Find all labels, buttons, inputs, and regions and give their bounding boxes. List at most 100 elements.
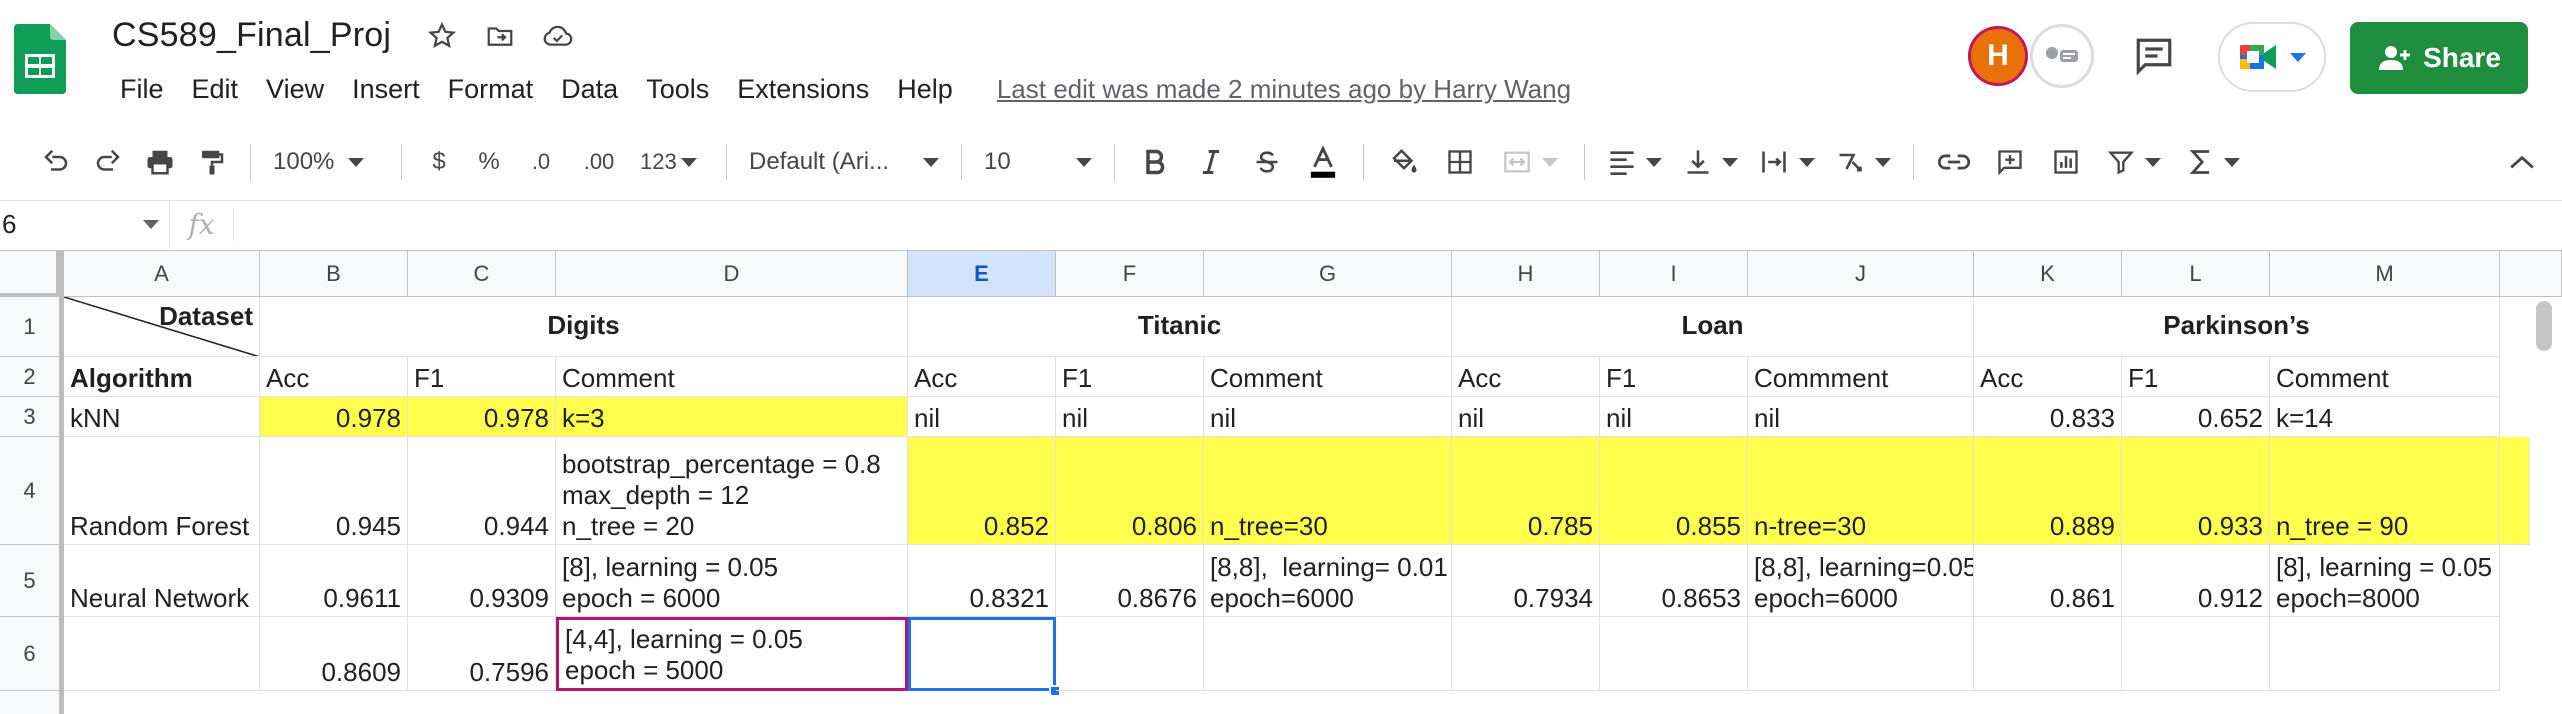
row-header-3[interactable]: 3 <box>0 397 60 437</box>
meet-button[interactable] <box>2218 22 2326 92</box>
cell-a4[interactable]: Random Forest <box>64 437 260 545</box>
cell-a6[interactable] <box>64 617 260 691</box>
cell-c3[interactable]: 0.978 <box>408 397 556 437</box>
column-header-c[interactable]: C <box>408 251 556 297</box>
cell-c5[interactable]: 0.9309 <box>408 545 556 617</box>
menu-extensions[interactable]: Extensions <box>725 70 881 109</box>
cell-d4[interactable]: bootstrap_percentage = 0.8 max_depth = 1… <box>556 437 908 545</box>
redo-icon[interactable] <box>82 134 134 190</box>
undo-icon[interactable] <box>30 134 82 190</box>
cell-m5[interactable]: [8], learning = 0.05 epoch=8000 <box>2270 545 2500 617</box>
cell-h5[interactable]: 0.7934 <box>1452 545 1600 617</box>
menu-help[interactable]: Help <box>885 70 965 109</box>
cell-f3[interactable]: nil <box>1056 397 1204 437</box>
cell-m6[interactable] <box>2270 617 2500 691</box>
cell-i5[interactable]: 0.8653 <box>1600 545 1748 617</box>
cell-h4[interactable]: 0.785 <box>1452 437 1600 545</box>
font-select[interactable]: Default (Ari... <box>739 148 949 176</box>
cell-m4[interactable]: n_tree = 90 <box>2270 437 2500 545</box>
column-header-g[interactable]: G <box>1204 251 1452 297</box>
decrease-decimal-button[interactable]: .0 <box>514 134 568 190</box>
link-icon[interactable] <box>1926 134 1982 190</box>
percent-format-button[interactable]: % <box>464 134 514 190</box>
functions-button[interactable] <box>2174 134 2254 190</box>
cell-titanic-header[interactable]: Titanic <box>908 297 1452 357</box>
cell-l4[interactable]: 0.933 <box>2122 437 2270 545</box>
cell-d5[interactable]: [8], learning = 0.05 epoch = 6000 <box>556 545 908 617</box>
cell-j6[interactable] <box>1748 617 1974 691</box>
cell-d2[interactable]: Comment <box>556 357 908 397</box>
print-icon[interactable] <box>134 134 186 190</box>
cell-g4[interactable]: n_tree=30 <box>1204 437 1452 545</box>
cell-c6[interactable]: 0.7596 <box>408 617 556 691</box>
text-rotation-button[interactable] <box>1825 134 1901 190</box>
menu-format[interactable]: Format <box>436 70 546 109</box>
cell-g6[interactable] <box>1204 617 1452 691</box>
row-header-4[interactable]: 4 <box>0 437 60 545</box>
cell-b4[interactable]: 0.945 <box>260 437 408 545</box>
cell-d6[interactable]: [4,4], learning = 0.05 epoch = 5000 <box>556 617 908 691</box>
cell-f6[interactable] <box>1056 617 1204 691</box>
document-title[interactable]: CS589_Final_Proj <box>112 16 391 55</box>
text-color-icon[interactable] <box>1295 134 1351 190</box>
column-header-l[interactable]: L <box>2122 251 2270 297</box>
cell-a1[interactable]: Dataset <box>64 297 260 357</box>
cell-k4[interactable]: 0.889 <box>1974 437 2122 545</box>
vertical-scrollbar[interactable] <box>2536 301 2552 351</box>
cell-b5[interactable]: 0.9611 <box>260 545 408 617</box>
column-header-k[interactable]: K <box>1974 251 2122 297</box>
cell-e4[interactable]: 0.852 <box>908 437 1056 545</box>
cell-i4[interactable]: 0.855 <box>1600 437 1748 545</box>
cell-b3[interactable]: 0.978 <box>260 397 408 437</box>
cell-h2[interactable]: Acc <box>1452 357 1600 397</box>
comment-icon[interactable] <box>1982 134 2038 190</box>
user-avatar[interactable]: H <box>1968 26 2028 86</box>
column-header-f[interactable]: F <box>1056 251 1204 297</box>
comments-icon[interactable] <box>2130 32 2178 80</box>
cell-loan-header[interactable]: Loan <box>1452 297 1974 357</box>
cell-b6[interactable]: 0.8609 <box>260 617 408 691</box>
menu-view[interactable]: View <box>254 70 336 109</box>
cell-j5[interactable]: [8,8], learning=0.05 epoch=6000 <box>1748 545 1974 617</box>
cell-b2[interactable]: Acc <box>260 357 408 397</box>
collapse-toolbar-icon[interactable] <box>2500 134 2544 190</box>
cell-l5[interactable]: 0.912 <box>2122 545 2270 617</box>
bold-icon[interactable] <box>1127 134 1183 190</box>
select-all-corner[interactable] <box>0 251 60 297</box>
cell-g3[interactable]: nil <box>1204 397 1452 437</box>
cell-f5[interactable]: 0.8676 <box>1056 545 1204 617</box>
menu-file[interactable]: File <box>108 70 176 109</box>
cell-k2[interactable]: Acc <box>1974 357 2122 397</box>
cell-a5[interactable]: Neural Network <box>64 545 260 617</box>
column-header-m[interactable]: M <box>2270 251 2500 297</box>
column-header-e[interactable]: E <box>908 251 1056 297</box>
cell-c4[interactable]: 0.944 <box>408 437 556 545</box>
zoom-select[interactable]: 100% <box>263 148 389 176</box>
cell-j4[interactable]: n-tree=30 <box>1748 437 1974 545</box>
merge-cells-button[interactable] <box>1488 134 1572 190</box>
row-header-6[interactable]: 6 <box>0 617 60 691</box>
cell-i2[interactable]: F1 <box>1600 357 1748 397</box>
cell-d3[interactable]: k=3 <box>556 397 908 437</box>
cell-e5[interactable]: 0.8321 <box>908 545 1056 617</box>
column-header-j[interactable]: J <box>1748 251 1974 297</box>
cell-f4[interactable]: 0.806 <box>1056 437 1204 545</box>
cell-i6[interactable] <box>1600 617 1748 691</box>
cell-parkinsons-header[interactable]: Parkinson’s <box>1974 297 2500 357</box>
name-box[interactable]: 6 <box>0 200 170 249</box>
vertical-align-button[interactable] <box>1673 134 1749 190</box>
cell-m2[interactable]: Comment <box>2270 357 2500 397</box>
column-header-i[interactable]: I <box>1600 251 1748 297</box>
chart-icon[interactable] <box>2038 134 2094 190</box>
cell-a2[interactable]: Algorithm <box>64 357 260 397</box>
font-size-select[interactable]: 10 <box>974 148 1102 176</box>
sheets-logo-icon[interactable] <box>14 24 66 94</box>
cell-j3[interactable]: nil <box>1748 397 1974 437</box>
cell-j2[interactable]: Commment <box>1748 357 1974 397</box>
cell-c2[interactable]: F1 <box>408 357 556 397</box>
cell-l6[interactable] <box>2122 617 2270 691</box>
column-header-h[interactable]: H <box>1452 251 1600 297</box>
menu-tools[interactable]: Tools <box>634 70 721 109</box>
text-wrapping-button[interactable] <box>1749 134 1825 190</box>
cell-n4[interactable] <box>2500 437 2530 545</box>
